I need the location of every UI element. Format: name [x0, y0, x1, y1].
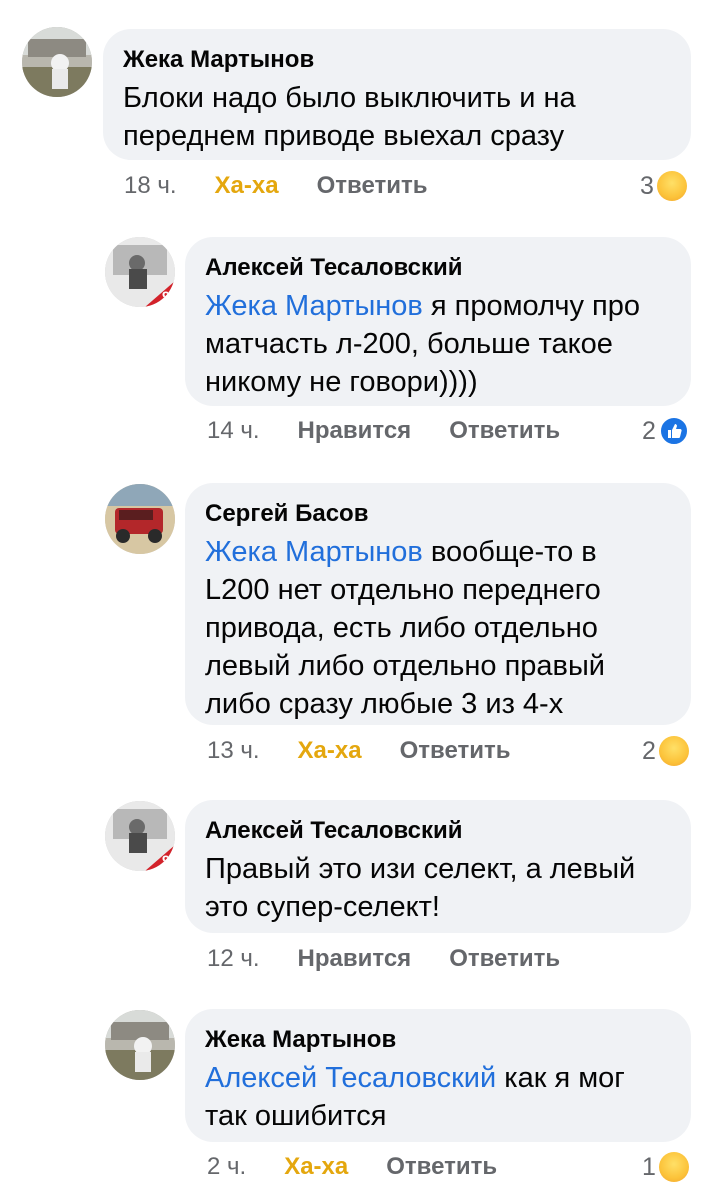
comment-bubble: Жека Мартынов Алексей Тесаловский как я … — [185, 1009, 691, 1142]
comment-text: Жека Мартынов вообще-то в L200 нет отдел… — [205, 533, 669, 723]
comment-author[interactable]: Алексей Тесаловский — [205, 253, 669, 283]
comment-actions: 12 ч. Нравится Ответить — [207, 942, 598, 976]
comment-timestamp[interactable]: 14 ч. — [207, 417, 260, 445]
avatar[interactable]: 9 — [105, 801, 175, 871]
like-button[interactable]: Нравится — [298, 945, 412, 973]
svg-text:9: 9 — [162, 288, 170, 304]
avatar[interactable]: 9 — [105, 237, 175, 307]
avatar[interactable] — [105, 1010, 175, 1080]
comment-timestamp[interactable]: 18 ч. — [124, 172, 177, 200]
comment-text-line: Жека Мартынов я промолчу про — [205, 287, 669, 325]
comment-text-line: либо сразу любые 3 из 4-х — [205, 688, 564, 720]
comment-text-line: Жека Мартынов вообще-то в — [205, 533, 669, 571]
comment-author[interactable]: Сергей Басов — [205, 499, 669, 529]
comment-text-line: L200 нет отдельно переднего — [205, 574, 601, 606]
reaction-haha-button[interactable]: Ха-ха — [284, 1153, 348, 1181]
like-icon — [658, 416, 689, 446]
comment-bubble: Жека Мартынов Блоки надо было выключить … — [103, 29, 691, 160]
mention-link[interactable]: Жека Мартынов — [205, 290, 423, 322]
reaction-summary[interactable]: 2 — [642, 414, 689, 448]
comment-bubble: Алексей Тесаловский Правый это изи селек… — [185, 800, 691, 933]
comment-text: Блоки надо было выключить и на переднем … — [123, 79, 669, 155]
comment-text-line: матчасть л-200, больше такое — [205, 328, 613, 360]
reply-button[interactable]: Ответить — [386, 1153, 497, 1181]
comment-text-line: это супер-селект! — [205, 891, 440, 923]
mention-link[interactable]: Жека Мартынов — [205, 536, 423, 568]
comment-text-line: Правый это изи селект, а левый — [205, 853, 636, 885]
avatar[interactable] — [22, 27, 92, 97]
reaction-haha-button[interactable]: Ха-ха — [298, 737, 362, 765]
comment-text: Правый это изи селект, а левый это супер… — [205, 850, 669, 926]
comment-text: Жека Мартынов я промолчу про матчасть л-… — [205, 287, 669, 401]
reaction-count: 2 — [642, 416, 656, 445]
reply-button[interactable]: Ответить — [449, 945, 560, 973]
like-button[interactable]: Нравится — [298, 417, 412, 445]
comment-text-line: переднем приводе выехал сразу — [123, 120, 565, 152]
comment-text-line: Блоки надо было выключить и на — [123, 82, 576, 114]
reaction-count: 2 — [642, 736, 656, 765]
haha-emoji-icon — [658, 1152, 689, 1182]
comment-bubble: Сергей Басов Жека Мартынов вообще-то в L… — [185, 483, 691, 725]
reaction-count: 3 — [640, 171, 654, 200]
comment-bubble: Алексей Тесаловский Жека Мартынов я пром… — [185, 237, 691, 406]
comment-text-line: Алексей Тесаловский как я мог — [205, 1059, 669, 1097]
comment-actions: 13 ч. Ха-ха Ответить — [207, 734, 549, 768]
reaction-summary[interactable]: 3 — [640, 169, 687, 203]
reaction-summary[interactable]: 1 — [642, 1150, 689, 1184]
reply-button[interactable]: Ответить — [317, 172, 428, 200]
comment-text-line: левый либо отдельно правый — [205, 650, 606, 682]
haha-emoji-icon — [658, 736, 689, 766]
comment-text-line: привода, есть либо отдельно — [205, 612, 598, 644]
avatar[interactable] — [105, 484, 175, 554]
comment-timestamp[interactable]: 13 ч. — [207, 737, 260, 765]
reply-button[interactable]: Ответить — [400, 737, 511, 765]
comment-text-line: никому не говори)))) — [205, 366, 478, 398]
comment-text-fragment: вообще-то в — [422, 536, 597, 568]
comment-text-fragment: я промолчу про — [422, 290, 640, 322]
reaction-summary[interactable]: 2 — [642, 734, 689, 768]
comment-author[interactable]: Жека Мартынов — [123, 45, 669, 75]
comment-author[interactable]: Жека Мартынов — [205, 1025, 669, 1055]
comment-timestamp[interactable]: 12 ч. — [207, 945, 260, 973]
comment-text: Алексей Тесаловский как я мог так ошибит… — [205, 1059, 669, 1135]
comment-actions: 14 ч. Нравится Ответить — [207, 414, 598, 448]
comment-actions: 18 ч. Ха-ха Ответить — [124, 169, 466, 203]
comment-text-fragment: как я мог — [496, 1062, 625, 1094]
haha-emoji-icon — [656, 171, 687, 201]
comment-text-line: так ошибится — [205, 1100, 387, 1132]
comment-author[interactable]: Алексей Тесаловский — [205, 816, 669, 846]
mention-link[interactable]: Алексей Тесаловский — [205, 1062, 496, 1094]
svg-text:9: 9 — [162, 852, 170, 868]
comment-actions: 2 ч. Ха-ха Ответить — [207, 1150, 535, 1184]
comment-timestamp[interactable]: 2 ч. — [207, 1153, 246, 1181]
reaction-haha-button[interactable]: Ха-ха — [215, 172, 279, 200]
reaction-count: 1 — [642, 1152, 656, 1181]
reply-button[interactable]: Ответить — [449, 417, 560, 445]
